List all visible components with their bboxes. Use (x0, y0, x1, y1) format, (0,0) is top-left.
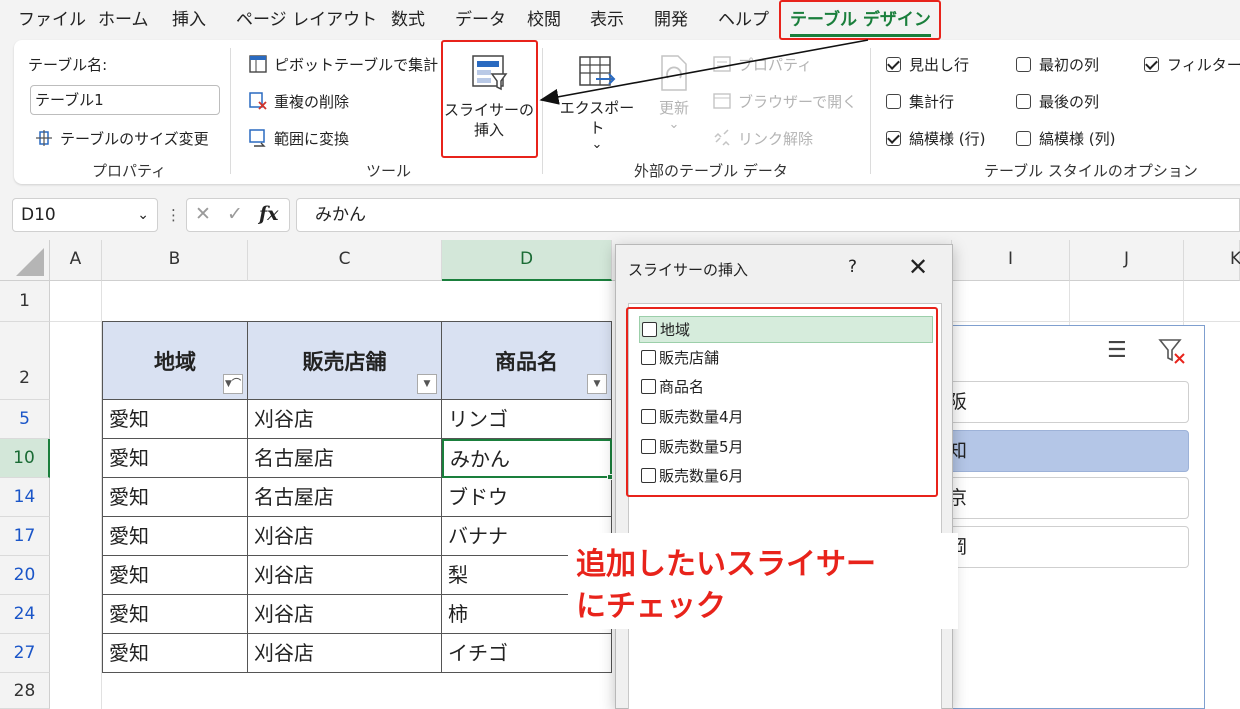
annotation-text-line1: 追加したいスライサー (576, 547, 876, 582)
annotation-callout: 追加したいスライサー にチェック (568, 533, 958, 629)
annotation-text-line2: にチェック (576, 589, 726, 624)
